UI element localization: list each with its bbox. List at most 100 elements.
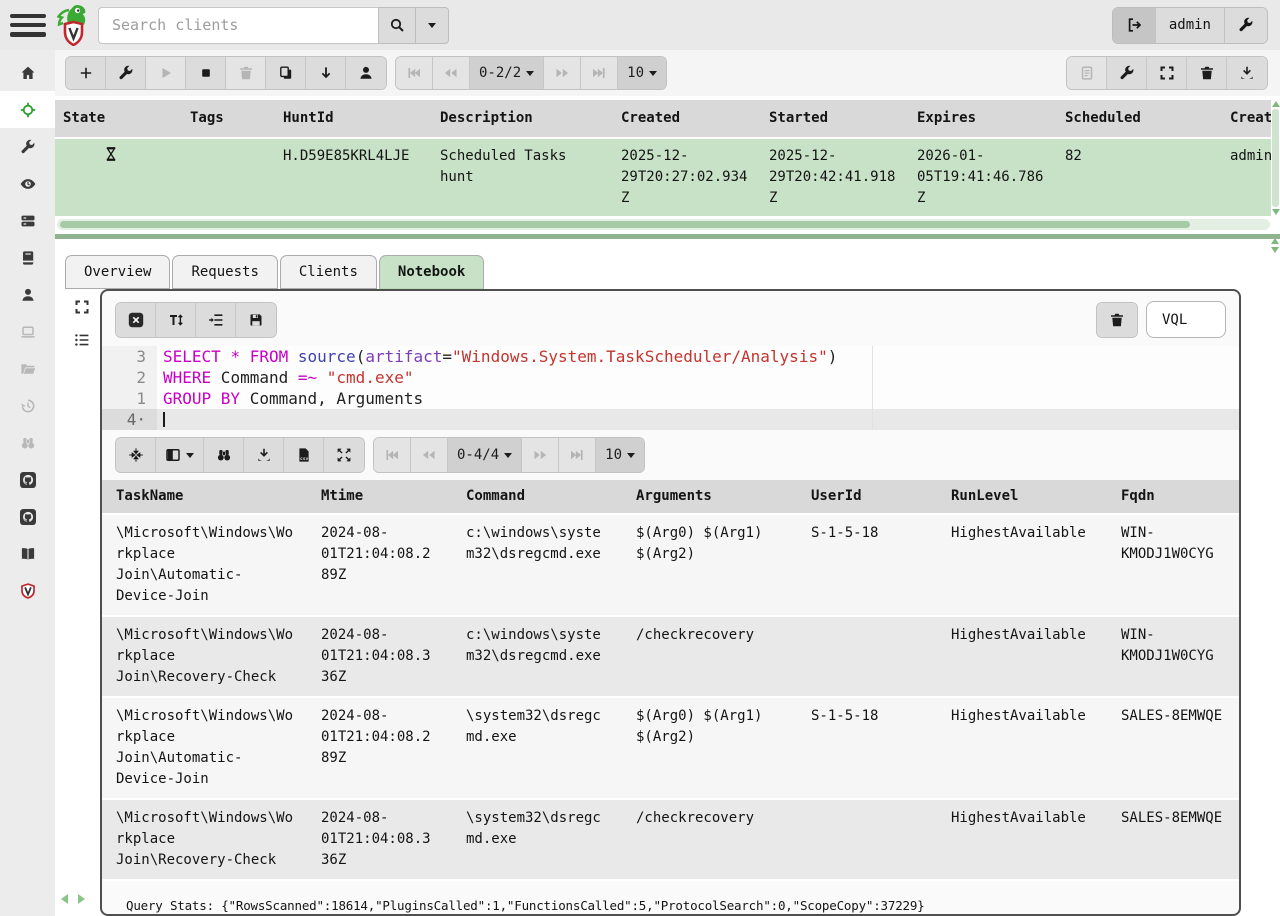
results-column-runlevel[interactable]: RunLevel	[937, 480, 1107, 513]
results-row-3[interactable]: \Microsoft\Windows\Workplace Join\Automa…	[102, 698, 1239, 800]
search-button[interactable]	[378, 7, 416, 44]
person-button[interactable]	[346, 57, 386, 89]
sidebar-item-documentation[interactable]	[0, 535, 55, 572]
notepad-button[interactable]	[1067, 57, 1107, 89]
hunt-column-description[interactable]: Description	[432, 100, 613, 137]
download-csv-button[interactable]: csv	[284, 438, 324, 472]
sidebar-item-github-link-1[interactable]	[0, 461, 55, 498]
editor-line-2[interactable]: 2WHERE Command =~ "cmd.exe"	[102, 367, 1239, 388]
text-size-button[interactable]	[156, 303, 196, 337]
results-page-size-button[interactable]: 10	[596, 438, 644, 472]
results-prev-page-button[interactable]	[411, 438, 448, 472]
sidebar-item-home[interactable]	[0, 54, 55, 91]
results-column-fqdn[interactable]: Fqdn	[1107, 480, 1239, 513]
results-last-page-button[interactable]	[559, 438, 596, 472]
download-button[interactable]	[1227, 57, 1267, 89]
results-column-arguments[interactable]: Arguments	[622, 480, 797, 513]
collapse-cell-button[interactable]	[116, 303, 156, 337]
trash-button[interactable]	[1187, 57, 1227, 89]
results-column-command[interactable]: Command	[452, 480, 622, 513]
sidebar-item-server-events[interactable]	[0, 165, 55, 202]
results-first-page-button[interactable]	[374, 438, 411, 472]
hunt-prev-page-button[interactable]	[433, 57, 470, 89]
tab-overview[interactable]: Overview	[65, 255, 170, 289]
scroll-down-icon[interactable]	[1272, 209, 1280, 215]
sidebar-item-velociraptor-version[interactable]	[0, 572, 55, 609]
results-next-page-button[interactable]	[522, 438, 559, 472]
sidebar-item-github-link-2[interactable]	[0, 498, 55, 535]
reformat-button[interactable]	[196, 303, 236, 337]
user-settings-button[interactable]	[1225, 8, 1267, 43]
trash-button[interactable]	[226, 57, 266, 89]
sidebar-item-view-artifacts[interactable]	[0, 128, 55, 165]
cell-list-icon[interactable]	[74, 332, 90, 348]
search-rows-button[interactable]	[204, 438, 244, 472]
hunt-column-state[interactable]: State	[55, 100, 182, 137]
expand-table-button[interactable]	[324, 438, 364, 472]
hunt-table-row[interactable]: H.D59E85KRL4LJEScheduled Tasks hunt2025-…	[55, 139, 1271, 216]
editor-line-3[interactable]: 1GROUP BY Command, Arguments	[102, 388, 1239, 409]
search-input[interactable]	[98, 7, 378, 44]
hunt-first-page-button[interactable]	[396, 57, 433, 89]
delete-cell-button[interactable]	[1097, 303, 1137, 337]
download-json-button[interactable]	[244, 438, 284, 472]
hunt-horizontal-scrollbar[interactable]	[57, 219, 1270, 230]
velociraptor-logo[interactable]	[57, 4, 90, 46]
hunt-page-size-button[interactable]: 10	[618, 57, 666, 89]
next-arrow-icon[interactable]	[78, 894, 85, 904]
results-page-range-button[interactable]: 0-4/4	[448, 438, 522, 472]
search-options-button[interactable]	[416, 7, 449, 44]
hunt-page-range-button[interactable]: 0-2/2	[470, 57, 544, 89]
wrench-button[interactable]	[1107, 57, 1147, 89]
vql-editor[interactable]: 3SELECT * FROM source(artifact="Windows.…	[102, 346, 1239, 430]
fullscreen-icon[interactable]	[74, 299, 90, 315]
sidebar-item-users[interactable]	[0, 276, 55, 313]
scroll-down-icon[interactable]	[1271, 247, 1279, 253]
tab-notebook[interactable]: Notebook	[379, 255, 484, 289]
stop-button[interactable]	[186, 57, 226, 89]
hunt-next-page-button[interactable]	[544, 57, 581, 89]
hamburger-menu-icon[interactable]	[10, 14, 46, 37]
results-column-mtime[interactable]: Mtime	[307, 480, 452, 513]
fullscreen-button[interactable]	[1147, 57, 1187, 89]
results-column-taskname[interactable]: TaskName	[102, 480, 307, 513]
hunt-column-creator[interactable]: Creator	[1222, 100, 1271, 137]
tab-requests[interactable]: Requests	[172, 255, 277, 289]
hunt-column-scheduled[interactable]: Scheduled	[1057, 100, 1222, 137]
scrollbar-thumb[interactable]	[60, 221, 1190, 228]
logout-button[interactable]	[1113, 8, 1156, 43]
wrench-button[interactable]	[106, 57, 146, 89]
save-cell-button[interactable]	[236, 303, 276, 337]
notebook-scroll-arrows[interactable]	[1271, 238, 1279, 253]
scroll-up-icon[interactable]	[1272, 101, 1280, 107]
hunt-column-started[interactable]: Started	[761, 100, 909, 137]
user-label[interactable]: admin	[1156, 8, 1225, 43]
results-row-1[interactable]: \Microsoft\Windows\Workplace Join\Automa…	[102, 515, 1239, 617]
hunt-column-created[interactable]: Created	[613, 100, 761, 137]
results-row-2[interactable]: \Microsoft\Windows\Workplace Join\Recove…	[102, 617, 1239, 698]
sidebar-item-hunt-manager[interactable]	[0, 91, 55, 128]
copy-button[interactable]	[266, 57, 306, 89]
hunt-column-huntid[interactable]: HuntId	[275, 100, 432, 137]
sidebar-item-server-artifacts[interactable]	[0, 202, 55, 239]
arrow-down-button[interactable]	[306, 57, 346, 89]
collapse-table-button[interactable]	[116, 438, 156, 472]
hunt-column-expires[interactable]: Expires	[909, 100, 1057, 137]
play-button[interactable]	[146, 57, 186, 89]
plus-button[interactable]	[66, 57, 106, 89]
results-column-userid[interactable]: UserId	[797, 480, 937, 513]
cell-taskname: \Microsoft\Windows\Workplace Join\Recove…	[102, 617, 307, 696]
sidebar-item-notebooks[interactable]	[0, 239, 55, 276]
notebook-cell: VQL 3SELECT * FROM source(artifact="Wind…	[100, 289, 1241, 916]
scroll-up-icon[interactable]	[1271, 238, 1279, 244]
hunt-last-page-button[interactable]	[581, 57, 618, 89]
editor-line-1[interactable]: 3SELECT * FROM source(artifact="Windows.…	[102, 346, 1239, 367]
hunt-vertical-scrollbar[interactable]	[1271, 100, 1280, 216]
cell-type-select[interactable]: VQL	[1146, 301, 1226, 338]
tab-clients[interactable]: Clients	[280, 255, 377, 289]
hunt-column-tags[interactable]: Tags	[182, 100, 275, 137]
toggle-columns-button[interactable]	[156, 438, 204, 472]
editor-line-4[interactable]: 4·	[102, 409, 1239, 430]
results-row-4[interactable]: \Microsoft\Windows\Workplace Join\Recove…	[102, 800, 1239, 881]
prev-arrow-icon[interactable]	[61, 894, 68, 904]
